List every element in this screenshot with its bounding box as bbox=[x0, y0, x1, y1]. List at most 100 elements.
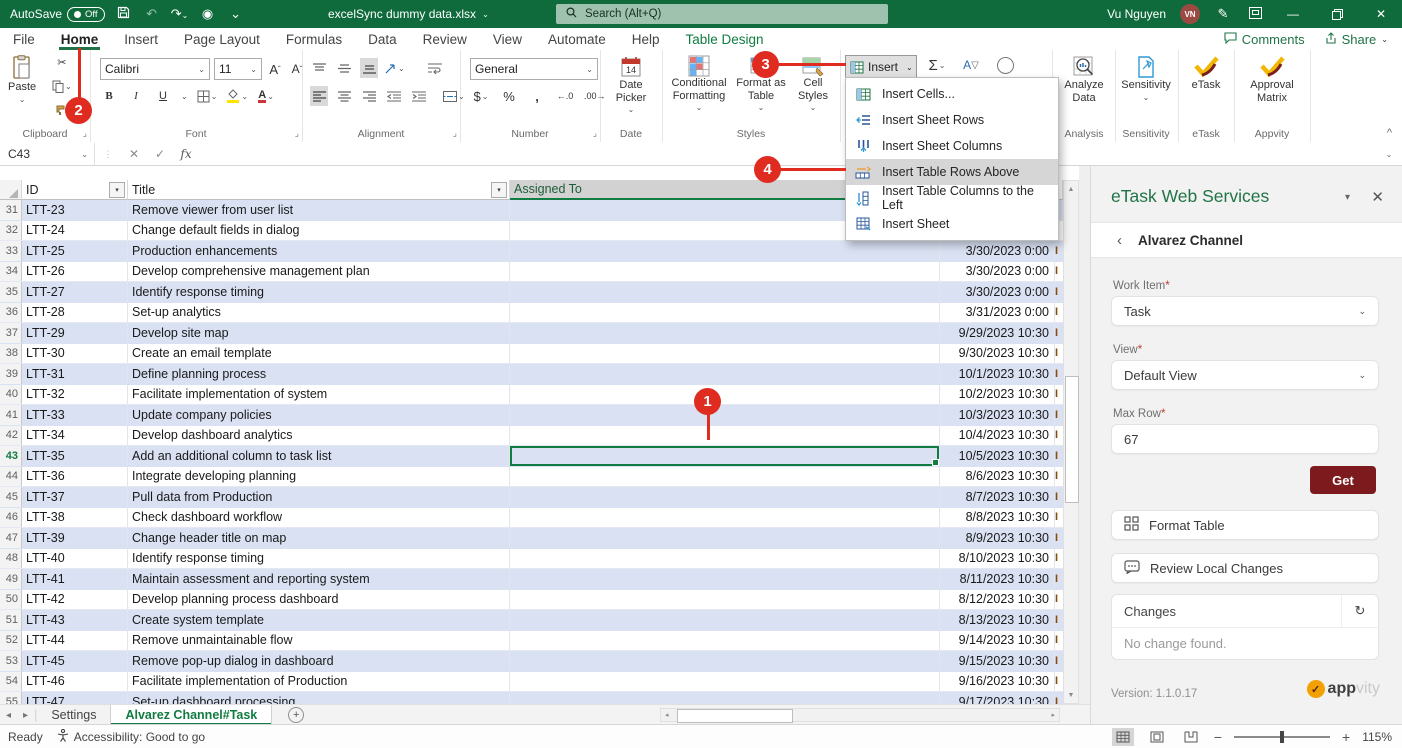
row-number[interactable]: 36 bbox=[0, 303, 22, 323]
cell-id[interactable]: LTT-40 bbox=[22, 549, 128, 569]
row-number[interactable]: 41 bbox=[0, 405, 22, 425]
save-icon[interactable] bbox=[115, 6, 133, 22]
date-picker-button[interactable]: 14 Date Picker⌄ bbox=[608, 50, 654, 114]
cell-title[interactable]: Remove viewer from user list bbox=[128, 200, 510, 220]
cell-date[interactable]: 8/6/2023 10:30 bbox=[940, 467, 1055, 487]
row-number[interactable]: 55 bbox=[0, 692, 22, 704]
cell-date[interactable]: 3/30/2023 0:00 bbox=[940, 241, 1055, 261]
row-number[interactable]: 45 bbox=[0, 487, 22, 507]
vertical-scroll-thumb[interactable] bbox=[1065, 376, 1079, 503]
cell-assigned-to[interactable] bbox=[510, 467, 940, 487]
user-name[interactable]: Vu Nguyen bbox=[1107, 7, 1166, 21]
cell-id[interactable]: LTT-24 bbox=[22, 221, 128, 241]
cell-id[interactable]: LTT-33 bbox=[22, 405, 128, 425]
cell-date[interactable]: 9/16/2023 10:30 bbox=[940, 672, 1055, 692]
row-number[interactable]: 48 bbox=[0, 549, 22, 569]
review-local-changes-button[interactable]: Review Local Changes bbox=[1111, 553, 1379, 583]
accessibility-status[interactable]: Accessibility: Good to go bbox=[57, 729, 205, 745]
row-number[interactable]: 52 bbox=[0, 631, 22, 651]
cell-assigned-to[interactable] bbox=[510, 487, 940, 507]
cell-title[interactable]: Check dashboard workflow bbox=[128, 508, 510, 528]
autosave-toggle[interactable]: AutoSave Off bbox=[10, 7, 105, 22]
paste-button[interactable]: Paste⌄ bbox=[8, 50, 36, 104]
header-id[interactable]: ID▾ bbox=[22, 180, 128, 200]
cell-assigned-to[interactable] bbox=[510, 426, 940, 446]
cell-date[interactable]: 9/14/2023 10:30 bbox=[940, 631, 1055, 651]
cell-id[interactable]: LTT-45 bbox=[22, 651, 128, 671]
orientation-icon[interactable]: ⌄ bbox=[385, 58, 405, 78]
sort-filter-icon[interactable]: A▽ bbox=[962, 55, 980, 75]
font-name-combo[interactable]: Calibri⌄ bbox=[100, 58, 210, 80]
zoom-level[interactable]: 115% bbox=[1362, 730, 1392, 744]
fill-color-icon[interactable]: ⌄ bbox=[226, 86, 248, 106]
row-number[interactable]: 37 bbox=[0, 323, 22, 343]
menu-tab-automate[interactable]: Automate bbox=[535, 28, 619, 50]
cell-assigned-to[interactable] bbox=[510, 610, 940, 630]
align-top-icon[interactable] bbox=[310, 58, 328, 78]
share-button[interactable]: Share ⌄ bbox=[1325, 32, 1388, 47]
row-number[interactable]: 31 bbox=[0, 200, 22, 220]
cell-id[interactable]: LTT-30 bbox=[22, 344, 128, 364]
cell-assigned-to[interactable] bbox=[510, 303, 940, 323]
cell-date[interactable]: 8/13/2023 10:30 bbox=[940, 610, 1055, 630]
cell-assigned-to[interactable] bbox=[510, 241, 940, 261]
cell-title[interactable]: Pull data from Production bbox=[128, 487, 510, 507]
zoom-out-icon[interactable]: − bbox=[1214, 729, 1222, 745]
row-number[interactable]: 39 bbox=[0, 364, 22, 384]
cell-assigned-to[interactable] bbox=[510, 549, 940, 569]
row-number[interactable]: 38 bbox=[0, 344, 22, 364]
number-dialog-launcher-icon[interactable]: ⌟ bbox=[593, 128, 597, 139]
cell-id[interactable]: LTT-29 bbox=[22, 323, 128, 343]
align-center-icon[interactable] bbox=[335, 86, 353, 106]
menu-item-insert-sheet-rows[interactable]: Insert Sheet Rows bbox=[846, 107, 1058, 133]
etask-button[interactable]: eTask bbox=[1186, 50, 1226, 92]
avatar[interactable]: VN bbox=[1180, 4, 1200, 24]
cell-assigned-to[interactable] bbox=[510, 569, 940, 589]
normal-view-icon[interactable] bbox=[1112, 728, 1134, 746]
cell-assigned-to[interactable] bbox=[510, 446, 940, 466]
next-sheet-icon[interactable]: ▸ bbox=[17, 710, 34, 721]
menu-item-insert-cells[interactable]: Insert Cells... bbox=[846, 81, 1058, 107]
cell-date[interactable]: 10/4/2023 10:30 bbox=[940, 426, 1055, 446]
id-filter-icon[interactable]: ▾ bbox=[109, 182, 125, 198]
row-number[interactable]: 33 bbox=[0, 241, 22, 261]
cell-title[interactable]: Develop dashboard analytics bbox=[128, 426, 510, 446]
cut-icon[interactable]: ✂ bbox=[53, 52, 71, 72]
menu-tab-data[interactable]: Data bbox=[355, 28, 410, 50]
cell-title[interactable]: Identify response timing bbox=[128, 282, 510, 302]
menu-tab-formulas[interactable]: Formulas bbox=[273, 28, 355, 50]
find-select-icon[interactable] bbox=[996, 55, 1014, 75]
cell-date[interactable]: 8/12/2023 10:30 bbox=[940, 590, 1055, 610]
document-title[interactable]: excelSync dummy data.xlsx⌄ bbox=[328, 0, 489, 28]
insert-function-icon[interactable]: fx bbox=[173, 147, 199, 161]
horizontal-scroll-thumb[interactable] bbox=[677, 709, 793, 723]
cell-title[interactable]: Develop comprehensive management plan bbox=[128, 262, 510, 282]
quick-access-chevron-icon[interactable]: ⌄ bbox=[227, 6, 245, 22]
row-number[interactable]: 47 bbox=[0, 528, 22, 548]
cell-assigned-to[interactable] bbox=[510, 262, 940, 282]
cell-title[interactable]: Remove unmaintainable flow bbox=[128, 631, 510, 651]
cell-date[interactable]: 3/30/2023 0:00 bbox=[940, 262, 1055, 282]
cell-title[interactable]: Change header title on map bbox=[128, 528, 510, 548]
comments-button[interactable]: Comments bbox=[1224, 32, 1305, 47]
cell-title[interactable]: Create system template bbox=[128, 610, 510, 630]
sheet-tab-settings[interactable]: Settings bbox=[37, 705, 110, 725]
header-title[interactable]: Title▾ bbox=[128, 180, 510, 200]
conditional-formatting-button[interactable]: Conditional Formatting⌄ bbox=[668, 50, 730, 112]
ink-mode-icon[interactable]: ◉ bbox=[199, 6, 217, 22]
currency-button[interactable]: $⌄ bbox=[472, 86, 490, 106]
cell-title[interactable]: Develop planning process dashboard bbox=[128, 590, 510, 610]
increase-indent-icon[interactable] bbox=[410, 86, 428, 106]
page-break-view-icon[interactable] bbox=[1180, 728, 1202, 746]
scroll-up-icon[interactable]: ▲ bbox=[1064, 181, 1078, 197]
row-number[interactable]: 49 bbox=[0, 569, 22, 589]
name-box[interactable]: C43⌄ bbox=[0, 143, 95, 165]
add-sheet-icon[interactable]: + bbox=[288, 707, 304, 723]
approval-matrix-button[interactable]: Approval Matrix bbox=[1242, 50, 1302, 104]
cell-title[interactable]: Update company policies bbox=[128, 405, 510, 425]
row-number[interactable]: 43 bbox=[0, 446, 22, 466]
ribbon-display-icon[interactable] bbox=[1246, 7, 1264, 22]
align-middle-icon[interactable] bbox=[335, 58, 353, 78]
row-number[interactable]: 32 bbox=[0, 221, 22, 241]
decrease-indent-icon[interactable] bbox=[385, 86, 403, 106]
